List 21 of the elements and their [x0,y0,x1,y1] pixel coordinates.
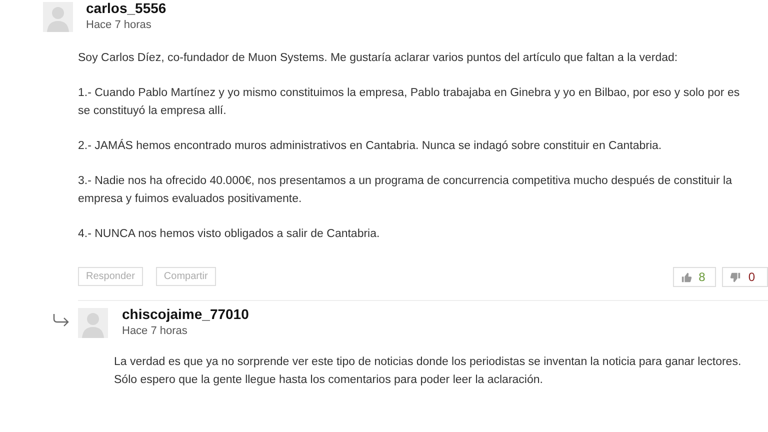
comment-text: Soy Carlos Díez, co-fundador de Muon Systems. Me gustaría aclarar varios puntos del artículo que faltan a la verdad: [78,51,679,66]
avatar-icon [78,308,108,338]
comment-text: 4.- NUNCA nos hemos visto obligados a salir de Cantabria. [78,227,381,242]
thumbs-up-icon [680,272,692,282]
username: chiscojaime_77010 [122,306,249,322]
avatar-icon [43,2,73,32]
timestamp: Hace 7 horas [86,19,152,31]
comment-text: La verdad es que ya no sorprende ver este tipo de noticias donde los periodistas se inventan la noticia para ganar lectores. [114,355,742,370]
reply-button[interactable]: Responder [78,267,143,286]
username: carlos_5556 [86,0,166,16]
share-button[interactable]: Compartir [156,267,216,286]
comment-text: empresa y fuimos evaluados positivamente. [78,192,303,207]
comment-text: 3.- Nadie nos ha ofrecido 40.000€, nos presentamos a un programa de concurrencia competitiva mucho después de constituir la [78,174,733,189]
thumbs-down-icon [730,272,742,282]
comment-text: Sólo espero que la gente llegue hasta los comentarios para poder leer la aclaración. [114,373,544,388]
comment-text: 2.- JAMÁS hemos encontrado muros administrativos en Cantabria. Nunca se indagó sobre constituir en Cantabria. [78,138,663,154]
like-button[interactable]: 8 [672,267,716,287]
comment-text: 1.- Cuando Pablo Martínez y yo mismo constituimos la empresa, Pablo trabajaba en Ginebra y yo en Bilbao, por eso y solo por es [78,86,741,101]
comment-text: se constituyó la empresa allí. [78,104,228,119]
dislike-button[interactable]: 0 [722,267,768,287]
timestamp: Hace 7 horas [122,325,188,337]
